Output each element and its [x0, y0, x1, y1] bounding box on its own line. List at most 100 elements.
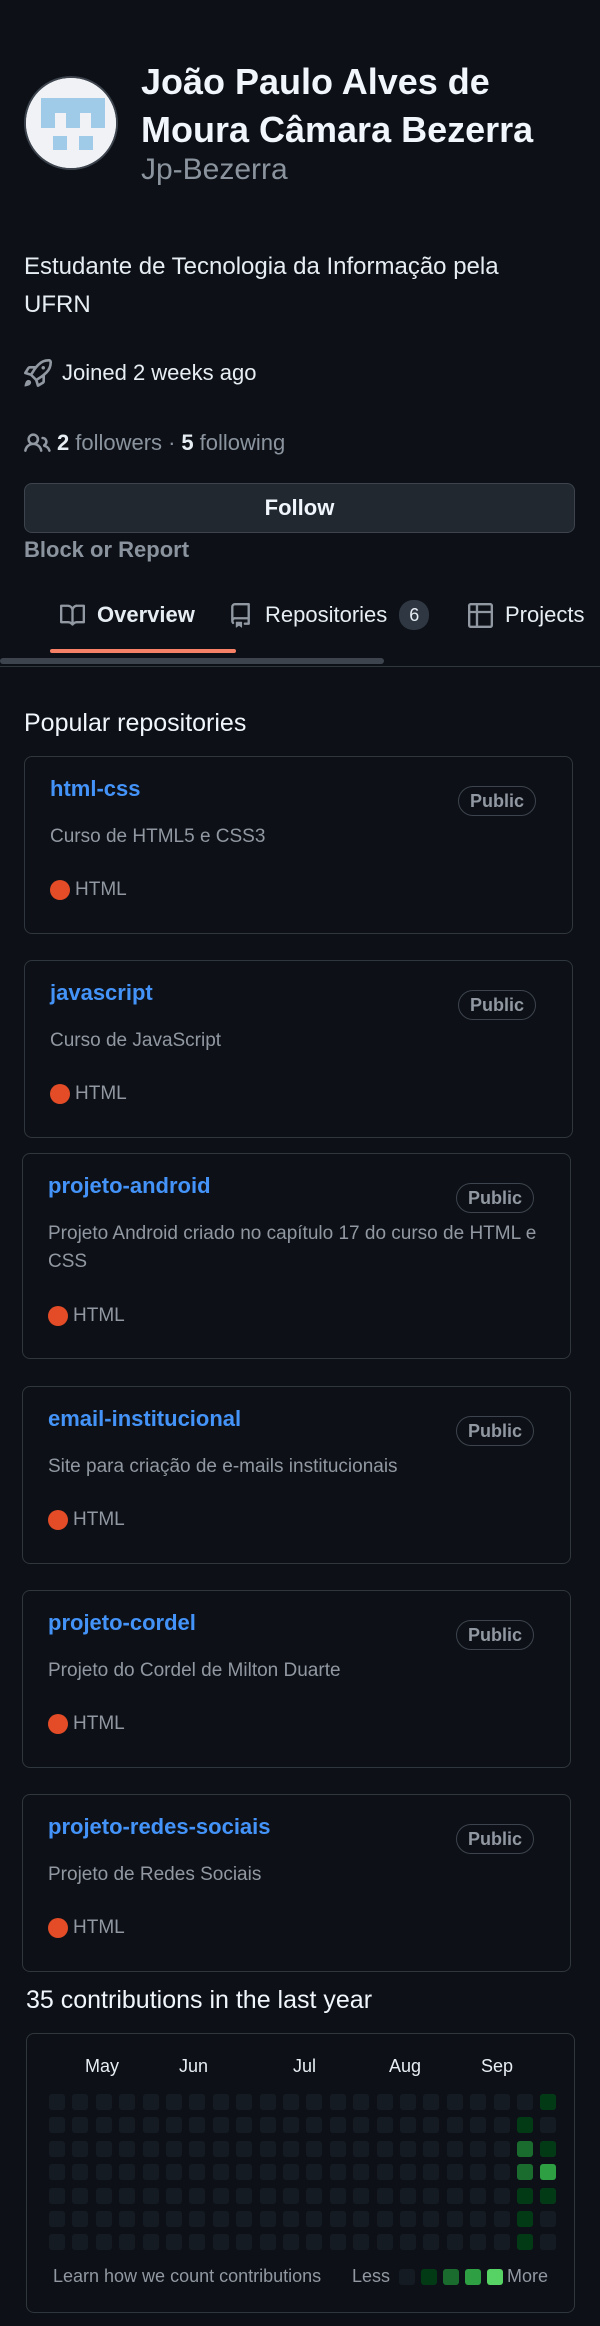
repo-name-link[interactable]: html-css — [50, 774, 140, 804]
repo-card[interactable]: projeto-redes-sociais Public Projeto de … — [22, 1794, 571, 1972]
contribution-day[interactable] — [329, 2094, 346, 2110]
contribution-day[interactable] — [493, 2187, 510, 2204]
contribution-day[interactable] — [376, 2140, 393, 2157]
contribution-day[interactable] — [119, 2094, 136, 2110]
contribution-day[interactable] — [517, 2140, 533, 2157]
contribution-day[interactable] — [376, 2164, 393, 2181]
contribution-day[interactable] — [142, 2094, 159, 2110]
contribution-day[interactable] — [95, 2094, 112, 2110]
contribution-day[interactable] — [49, 2117, 65, 2134]
contribution-day[interactable] — [72, 2211, 89, 2227]
contribution-day[interactable] — [540, 2140, 557, 2157]
contribution-day[interactable] — [400, 2117, 416, 2134]
contribution-day[interactable] — [212, 2164, 229, 2181]
contribution-day[interactable] — [189, 2234, 206, 2251]
contribution-day[interactable] — [166, 2211, 182, 2227]
contribution-day[interactable] — [493, 2140, 510, 2157]
repo-card[interactable]: html-css Public Curso de HTML5 e CSS3 HT… — [24, 756, 573, 934]
contribution-day[interactable] — [49, 2164, 65, 2181]
contribution-day[interactable] — [353, 2164, 370, 2181]
repo-card[interactable]: projeto-android Public Projeto Android c… — [22, 1153, 571, 1359]
contribution-day[interactable] — [236, 2094, 253, 2110]
contribution-day[interactable] — [189, 2117, 206, 2134]
tab-projects[interactable]: Projects — [468, 585, 584, 645]
contribution-day[interactable] — [95, 2164, 112, 2181]
followers-label[interactable]: followers — [75, 430, 162, 456]
contribution-day[interactable] — [49, 2140, 65, 2157]
contribution-day[interactable] — [259, 2187, 276, 2204]
contribution-day[interactable] — [72, 2164, 89, 2181]
contribution-day[interactable] — [189, 2094, 206, 2110]
contribution-day[interactable] — [236, 2211, 253, 2227]
contribution-day[interactable] — [400, 2164, 416, 2181]
contribution-day[interactable] — [95, 2234, 112, 2251]
learn-contributions-link[interactable]: Learn how we count contributions — [53, 2264, 321, 2288]
contribution-day[interactable] — [142, 2234, 159, 2251]
contribution-day[interactable] — [329, 2117, 346, 2134]
contribution-day[interactable] — [49, 2094, 65, 2110]
contribution-day[interactable] — [236, 2140, 253, 2157]
contribution-day[interactable] — [189, 2164, 206, 2181]
contribution-day[interactable] — [142, 2211, 159, 2227]
contribution-day[interactable] — [540, 2234, 557, 2251]
contribution-day[interactable] — [236, 2164, 253, 2181]
contribution-day[interactable] — [540, 2211, 557, 2227]
contribution-day[interactable] — [166, 2117, 182, 2134]
contribution-day[interactable] — [540, 2094, 557, 2110]
contribution-day[interactable] — [72, 2140, 89, 2157]
contribution-day[interactable] — [423, 2187, 440, 2204]
contribution-day[interactable] — [470, 2211, 487, 2227]
contribution-day[interactable] — [353, 2117, 370, 2134]
contribution-day[interactable] — [400, 2094, 416, 2110]
contribution-day[interactable] — [400, 2140, 416, 2157]
contribution-day[interactable] — [72, 2234, 89, 2251]
contribution-day[interactable] — [306, 2117, 323, 2134]
contribution-day[interactable] — [376, 2094, 393, 2110]
contribution-day[interactable] — [446, 2234, 463, 2251]
contribution-day[interactable] — [166, 2187, 182, 2204]
contribution-day[interactable] — [423, 2094, 440, 2110]
contribution-day[interactable] — [470, 2140, 487, 2157]
contribution-day[interactable] — [283, 2211, 299, 2227]
contribution-day[interactable] — [400, 2187, 416, 2204]
contribution-day[interactable] — [329, 2234, 346, 2251]
contribution-day[interactable] — [189, 2187, 206, 2204]
contribution-day[interactable] — [446, 2094, 463, 2110]
contribution-day[interactable] — [72, 2117, 89, 2134]
contribution-day[interactable] — [493, 2094, 510, 2110]
contribution-day[interactable] — [283, 2164, 299, 2181]
contribution-day[interactable] — [119, 2234, 136, 2251]
contribution-day[interactable] — [376, 2117, 393, 2134]
repo-card[interactable]: projeto-cordel Public Projeto do Cordel … — [22, 1590, 571, 1768]
contribution-day[interactable] — [493, 2164, 510, 2181]
contribution-day[interactable] — [517, 2234, 533, 2251]
contribution-day[interactable] — [306, 2094, 323, 2110]
contribution-day[interactable] — [95, 2117, 112, 2134]
contribution-day[interactable] — [353, 2094, 370, 2110]
contribution-day[interactable] — [72, 2094, 89, 2110]
contribution-day[interactable] — [283, 2140, 299, 2157]
contribution-day[interactable] — [259, 2140, 276, 2157]
repo-name-link[interactable]: javascript — [50, 978, 153, 1008]
contribution-day[interactable] — [446, 2187, 463, 2204]
contribution-day[interactable] — [517, 2211, 533, 2227]
contribution-day[interactable] — [446, 2211, 463, 2227]
contribution-day[interactable] — [212, 2140, 229, 2157]
contribution-day[interactable] — [376, 2234, 393, 2251]
followers-count[interactable]: 2 — [57, 430, 69, 456]
repo-card[interactable]: email-institucional Public Site para cri… — [22, 1386, 571, 1564]
contribution-day[interactable] — [166, 2164, 182, 2181]
contribution-day[interactable] — [189, 2140, 206, 2157]
contribution-day[interactable] — [329, 2164, 346, 2181]
contribution-day[interactable] — [306, 2234, 323, 2251]
contribution-day[interactable] — [212, 2187, 229, 2204]
contribution-day[interactable] — [95, 2187, 112, 2204]
contribution-day[interactable] — [49, 2187, 65, 2204]
contribution-day[interactable] — [95, 2140, 112, 2157]
contribution-day[interactable] — [353, 2187, 370, 2204]
contribution-day[interactable] — [470, 2164, 487, 2181]
contribution-day[interactable] — [517, 2164, 533, 2181]
repo-card[interactable]: javascript Public Curso de JavaScript HT… — [24, 960, 573, 1138]
contribution-day[interactable] — [283, 2117, 299, 2134]
contribution-day[interactable] — [446, 2164, 463, 2181]
